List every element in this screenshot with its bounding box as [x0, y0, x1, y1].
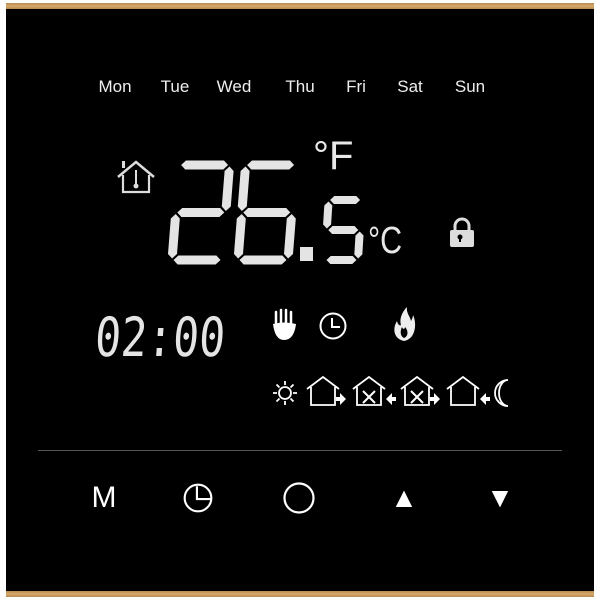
segment-g [243, 208, 291, 217]
manual-hand-icon [273, 308, 296, 340]
segment-a [181, 160, 229, 170]
digit-2 [168, 160, 234, 265]
clock-icon [319, 312, 347, 340]
sun-icon [273, 381, 297, 405]
segment-d [239, 255, 287, 265]
return-home-icon [352, 375, 396, 406]
return-home-2-icon [446, 375, 490, 406]
segment-g [177, 208, 225, 217]
moon-icon [494, 379, 509, 407]
leave-home-icon [306, 375, 346, 406]
leave-home-2-icon [400, 375, 440, 406]
segment-e [234, 214, 246, 259]
segment-f [237, 166, 250, 211]
digit-6 [234, 160, 296, 265]
up-button[interactable]: ▲ [382, 478, 426, 518]
time-display: 02:00 [92, 306, 228, 369]
segment-e [168, 214, 180, 259]
clock-icon [183, 483, 213, 513]
clock-button[interactable] [176, 478, 220, 518]
lock-icon [450, 217, 474, 247]
segment-c [284, 214, 296, 259]
segment-a [247, 160, 295, 170]
segment-d [173, 255, 221, 265]
segment-a [330, 196, 361, 204]
flame-icon [394, 307, 416, 341]
power-button[interactable] [277, 478, 321, 518]
segment-g [328, 226, 359, 234]
unit-fahrenheit: °F [313, 134, 354, 178]
decimal-point [300, 247, 313, 261]
segment-d [326, 256, 357, 264]
mode-button[interactable]: M [82, 478, 126, 518]
divider [38, 450, 562, 451]
down-button[interactable]: ▼ [478, 478, 522, 518]
segment-f [323, 201, 333, 229]
program-icons-row [273, 375, 509, 407]
power-circle-icon [283, 482, 315, 514]
unit-celsius: °C [368, 220, 403, 262]
segment-b [221, 166, 234, 211]
segment-c [354, 231, 364, 259]
digit-5 [323, 196, 364, 264]
